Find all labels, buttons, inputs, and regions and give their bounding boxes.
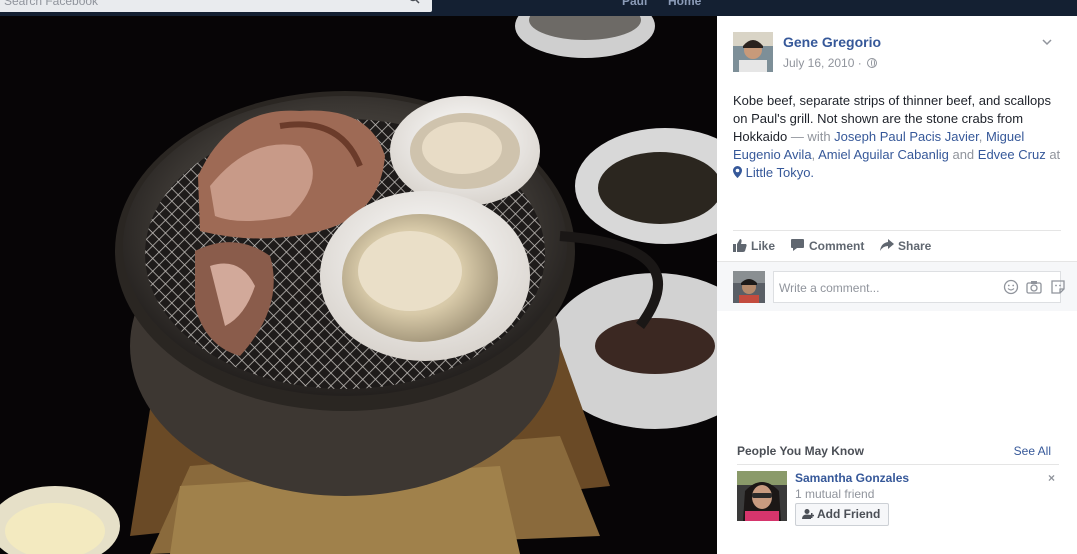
separator-1: , [978,129,986,144]
grill-photo-image [0,16,717,554]
comment-placeholder: Write a comment... [779,281,880,295]
share-arrow-icon [880,239,894,251]
nav-home-link[interactable]: Home [668,0,701,8]
author-avatar[interactable] [733,32,773,72]
suggested-friend-name[interactable]: Samantha Gonzales [795,471,909,485]
comment-bubble-icon [791,239,804,251]
comment-label: Comment [809,239,865,253]
post-header: Gene Gregorio July 16, 2010 · [733,32,1061,72]
post-date-text: July 16, 2010 · [783,56,862,70]
like-label: Like [751,239,776,253]
like-button[interactable]: Like [733,238,775,254]
location-pin-icon [733,166,742,178]
divider [733,230,1061,231]
photo-viewer: Search Facebook Paul Home Gene Gregorio … [0,0,1077,554]
viewer-photo [733,271,765,303]
share-button[interactable]: Share [880,238,931,254]
search-placeholder: Search Facebook [4,0,99,8]
search-icon[interactable] [408,0,420,4]
comment-button[interactable]: Comment [791,238,864,254]
suggested-friend-photo[interactable] [737,471,787,521]
top-navigation-bar: Search Facebook Paul Home [0,0,1077,16]
divider [737,464,1059,465]
see-all-link[interactable]: See All [1014,444,1051,458]
thumbs-up-icon [733,239,747,252]
search-bar[interactable]: Search Facebook [0,0,432,12]
tagged-friend-3[interactable]: Amiel Aguilar Cabanlig [818,147,949,162]
mutual-friends-count[interactable]: 1 mutual friend [795,487,874,501]
add-friend-button[interactable]: Add Friend [795,503,890,526]
chevron-down-icon[interactable] [1041,36,1053,48]
nav-profile-link[interactable]: Paul [622,0,647,8]
comment-input[interactable]: Write a comment... [773,271,1065,303]
at-label: at [1045,147,1061,162]
post-photo[interactable] [0,16,717,554]
suggested-friend-image [737,471,787,521]
dismiss-suggestion-button[interactable]: × [1048,471,1055,485]
post-timestamp[interactable]: July 16, 2010 · [783,56,878,70]
with-label: — with [787,129,835,144]
camera-icon[interactable] [1026,279,1042,295]
share-label: Share [898,239,932,253]
post-message: Kobe beef, separate strips of thinner be… [733,92,1063,182]
location-link[interactable]: Little Tokyo. [746,165,814,180]
author-name-link[interactable]: Gene Gregorio [783,34,881,50]
add-friend-icon [802,509,815,519]
sticker-icon[interactable] [1050,279,1066,295]
comment-composer: Write a comment... [717,261,1077,311]
emoji-icon[interactable] [1003,279,1019,295]
post-side-panel: Gene Gregorio July 16, 2010 · Kobe beef,… [717,16,1077,554]
tagged-friend-1[interactable]: Joseph Paul Pacis Javier [834,129,979,144]
viewer-avatar [733,271,765,303]
tagged-friend-4[interactable]: Edvee Cruz [978,147,1046,162]
add-friend-label: Add Friend [817,507,881,521]
author-photo [733,32,773,72]
and-label: and [948,147,978,162]
globe-icon [867,58,878,68]
pymk-title: People You May Know [737,444,864,458]
